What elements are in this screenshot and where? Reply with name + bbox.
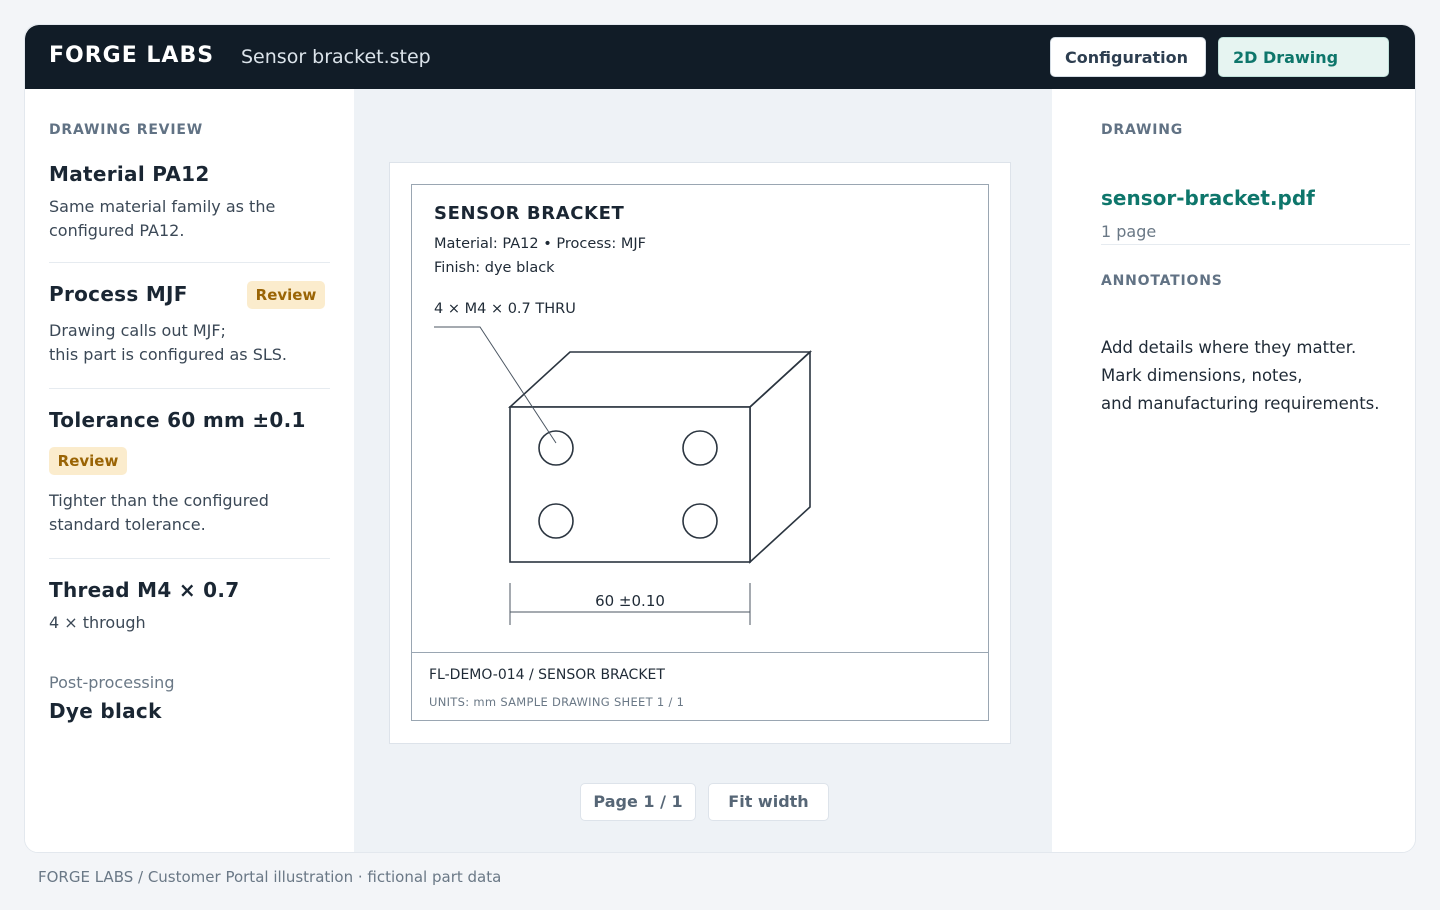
title-block-meta: UNITS: mm SAMPLE DRAWING SHEET 1 / 1 — [429, 695, 685, 709]
text-line: Drawing calls out MJF; — [49, 321, 226, 340]
text-line: Mark dimensions, notes, — [1101, 366, 1303, 385]
text-line: Same material family as the — [49, 197, 276, 216]
drawing-viewer: SENSOR BRACKET Material: PA12 • Process:… — [354, 89, 1052, 852]
review-item-title-material: Material PA12 — [49, 162, 210, 186]
divider — [1101, 244, 1410, 245]
drawing-review-panel: DRAWING REVIEW Material PA12 Same materi… — [25, 89, 354, 852]
block-top-face — [507, 351, 813, 408]
title-block: FL-DEMO-014 / SENSOR BRACKET UNITS: mm S… — [412, 652, 988, 720]
footer-caption: FORGE LABS / Customer Portal illustratio… — [38, 868, 502, 886]
block-front-face — [509, 406, 751, 563]
file-panel: DRAWING sensor-bracket.pdf 1 page ANNOTA… — [1052, 89, 1415, 852]
title-block-number: FL-DEMO-014 / SENSOR BRACKET — [429, 667, 665, 683]
review-item-title-tolerance: Tolerance 60 mm ±0.1 — [49, 408, 306, 432]
top-bar: FORGE LABS Sensor bracket.step Configura… — [25, 25, 1415, 89]
review-item-text-tolerance: Tighter than the configured standard tol… — [49, 489, 269, 537]
block-side-face — [749, 350, 811, 564]
drawing-frame: SENSOR BRACKET Material: PA12 • Process:… — [411, 184, 989, 721]
post-processing-value: Dye black — [49, 699, 162, 723]
text-line: Tighter than the configured — [49, 491, 269, 510]
tab-configuration[interactable]: Configuration — [1050, 37, 1206, 77]
app-window: FORGE LABS Sensor bracket.step Configura… — [24, 24, 1416, 853]
tab-2d-drawing[interactable]: 2D Drawing — [1218, 37, 1389, 77]
review-item-title-thread: Thread M4 × 0.7 — [49, 578, 240, 602]
review-item-title-process: Process MJF — [49, 282, 188, 306]
drawing-sheet: SENSOR BRACKET Material: PA12 • Process:… — [389, 162, 1011, 744]
drawing-review-label: DRAWING REVIEW — [49, 122, 203, 138]
annotations-label: ANNOTATIONS — [1101, 273, 1223, 289]
text-line: Add details where they matter. — [1101, 338, 1357, 357]
annotations-text: Add details where they matter. Mark dime… — [1101, 334, 1380, 418]
page-count: 1 page — [1101, 222, 1157, 241]
page-indicator-button[interactable]: Page 1 / 1 — [580, 783, 696, 821]
divider — [49, 388, 330, 389]
fit-width-button[interactable]: Fit width — [708, 783, 829, 821]
text-line: this part is configured as SLS. — [49, 345, 287, 364]
review-item-text-thread: 4 × through — [49, 611, 146, 635]
review-item-text-material: Same material family as the configured P… — [49, 195, 275, 243]
text-line: standard tolerance. — [49, 515, 206, 534]
text-line: 4 × through — [49, 613, 146, 632]
text-line: configured PA12. — [49, 221, 185, 240]
divider — [49, 558, 330, 559]
dimension-label: 60 ±0.10 — [595, 592, 665, 610]
bracket-isometric-drawing — [434, 326, 813, 625]
review-badge: Review — [247, 281, 325, 309]
divider — [49, 262, 330, 263]
text-line: and manufacturing requirements. — [1101, 394, 1380, 413]
pdf-file-link[interactable]: sensor-bracket.pdf — [1101, 186, 1315, 210]
brand-logo: FORGE LABS — [49, 43, 215, 68]
drawing-section-label: DRAWING — [1101, 122, 1184, 138]
review-badge: Review — [49, 447, 127, 475]
file-name: Sensor bracket.step — [241, 46, 431, 68]
post-processing-label: Post-processing — [49, 673, 175, 692]
review-item-text-process: Drawing calls out MJF; this part is conf… — [49, 319, 287, 367]
